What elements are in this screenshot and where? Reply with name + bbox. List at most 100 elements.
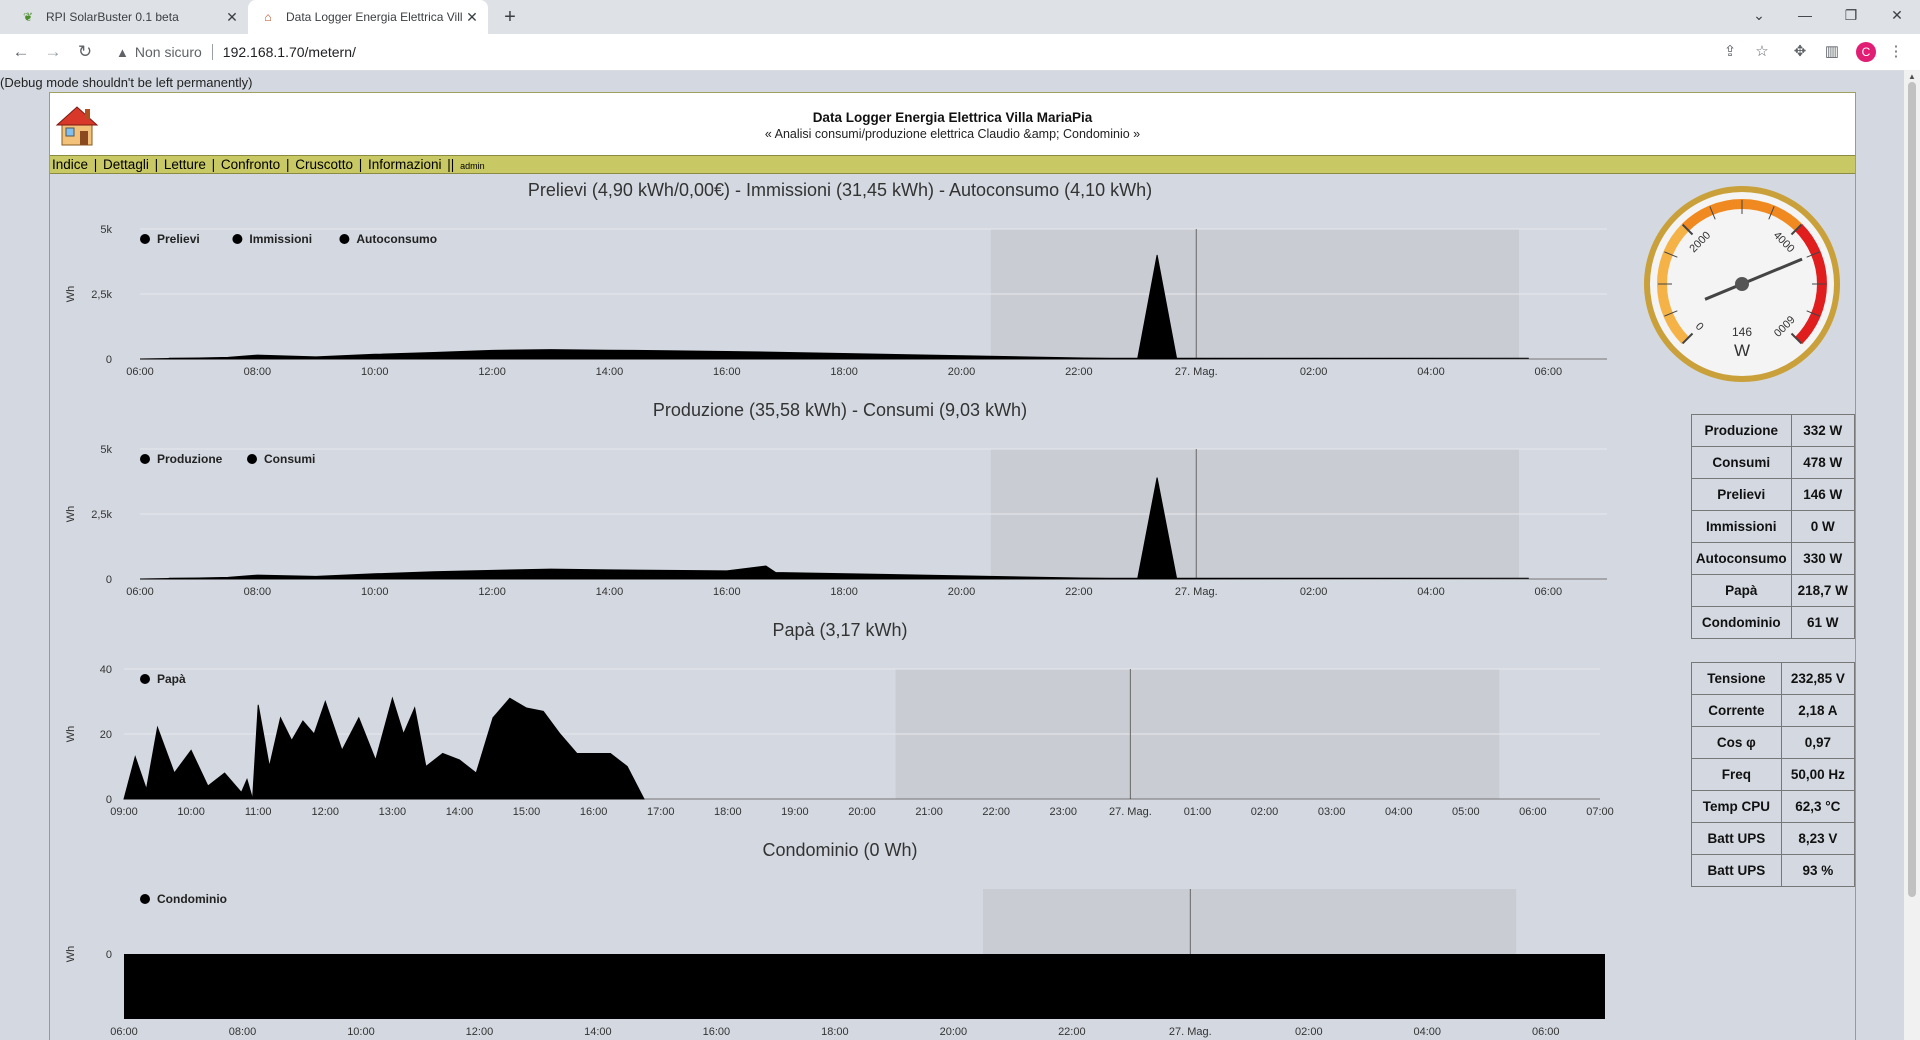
x-tick-label: 23:00 — [1050, 806, 1078, 818]
x-tick-label: 16:00 — [713, 586, 741, 598]
gauge-unit: W — [1734, 341, 1750, 360]
tab-close-icon[interactable]: ✕ — [462, 9, 482, 26]
y-axis-label: Wh — [65, 726, 77, 743]
share-icon[interactable]: ⇪ — [1720, 42, 1740, 62]
legend-marker — [247, 454, 257, 464]
x-tick-label: 04:00 — [1385, 806, 1413, 818]
browser-tab-bar: ❦ RPI SolarBuster 0.1 beta ✕ ⌂ Data Logg… — [0, 0, 1920, 34]
x-tick-label: 10:00 — [361, 366, 389, 378]
system-row: Batt UPS 93 % — [1691, 854, 1856, 887]
reading-label: Papà — [1691, 574, 1792, 607]
reading-row: Condominio 61 W — [1691, 606, 1856, 639]
x-tick-label: 01:00 — [1184, 806, 1212, 818]
scrollbar-thumb[interactable] — [1908, 82, 1916, 897]
profile-avatar[interactable]: C — [1856, 42, 1876, 62]
x-tick-label: 20:00 — [848, 806, 876, 818]
reading-row: Consumi 478 W — [1691, 446, 1856, 479]
reading-label: Consumi — [1691, 446, 1792, 479]
reading-value: 330 W — [1790, 542, 1856, 575]
page-container: Data Logger Energia Elettrica Villa Mari… — [49, 92, 1856, 1040]
x-tick-label: 18:00 — [821, 1026, 849, 1038]
vertical-scrollbar[interactable]: ▲ — [1904, 70, 1920, 1040]
legend-marker — [140, 234, 150, 244]
reading-value: 218,7 W — [1790, 574, 1856, 607]
minimize-button[interactable]: — — [1782, 0, 1828, 34]
reading-value: 61 W — [1790, 606, 1856, 639]
x-tick-label: 04:00 — [1414, 1026, 1442, 1038]
system-value: 8,23 V — [1780, 822, 1856, 855]
system-row: Temp CPU 62,3 °C — [1691, 790, 1856, 823]
x-tick-label: 12:00 — [312, 806, 340, 818]
y-axis-label: Wh — [65, 946, 77, 963]
x-tick-label: 16:00 — [703, 1026, 731, 1038]
debug-message: (Debug mode shouldn't be left permanentl… — [0, 75, 253, 90]
maximize-button[interactable]: ❐ — [1828, 0, 1874, 34]
close-window-button[interactable]: ✕ — [1874, 0, 1920, 34]
y-axis-label: Wh — [65, 506, 77, 523]
x-tick-label: 05:00 — [1452, 806, 1480, 818]
tab-title: RPI SolarBuster 0.1 beta — [46, 10, 179, 24]
back-button[interactable]: ← — [9, 40, 33, 64]
tab-search-icon[interactable]: ⌄ — [1736, 0, 1782, 34]
new-tab-button[interactable]: + — [498, 5, 522, 29]
legend-label: Prelievi — [157, 232, 200, 246]
x-tick-label: 13:00 — [379, 806, 407, 818]
browser-toolbar: ← → ↻ ▲ Non sicuro 192.168.1.70/metern/ … — [0, 34, 1920, 71]
system-value: 50,00 Hz — [1780, 758, 1856, 791]
x-tick-label: 14:00 — [596, 366, 624, 378]
x-tick-label: 27. Mag. — [1169, 1026, 1212, 1038]
x-tick-label: 08:00 — [244, 586, 272, 598]
x-tick-label: 12:00 — [478, 586, 506, 598]
legend-marker — [140, 894, 150, 904]
y-tick-label: 0 — [106, 574, 112, 586]
legend-label: Produzione — [157, 452, 223, 466]
reading-value: 478 W — [1790, 446, 1856, 479]
x-tick-label: 06:00 — [1535, 586, 1563, 598]
reload-button[interactable]: ↻ — [73, 40, 97, 64]
system-label: Cos φ — [1691, 726, 1782, 759]
system-label: Tensione — [1691, 662, 1782, 695]
y-tick-label: 0 — [106, 794, 112, 806]
forward-button[interactable]: → — [41, 40, 65, 64]
x-tick-label: 21:00 — [915, 806, 943, 818]
bookmark-star-icon[interactable]: ☆ — [1752, 42, 1772, 62]
reading-row: Prelievi 146 W — [1691, 478, 1856, 511]
extensions-icon[interactable]: ✥ — [1790, 42, 1810, 62]
x-tick-label: 18:00 — [714, 806, 742, 818]
legend-label: Immissioni — [249, 232, 312, 246]
x-tick-label: 18:00 — [830, 586, 858, 598]
system-table: Tensione 232,85 V Corrente 2,18 A Cos φ 0,97 F… — [1691, 662, 1856, 887]
menu-kebab-icon[interactable]: ⋮ — [1886, 42, 1906, 62]
browser-tab-datalogger[interactable]: ⌂ Data Logger Energia Elettrica Vill ✕ — [248, 0, 488, 34]
reading-label: Prelievi — [1691, 478, 1792, 511]
side-panel-icon[interactable]: ▥ — [1822, 42, 1842, 62]
legend-marker — [140, 674, 150, 684]
x-tick-label: 16:00 — [580, 806, 608, 818]
address-bar[interactable]: ▲ Non sicuro 192.168.1.70/metern/ — [108, 38, 1758, 66]
reading-row: Produzione 332 W — [1691, 414, 1856, 447]
browser-tab-solarbuster[interactable]: ❦ RPI SolarBuster 0.1 beta ✕ — [8, 0, 248, 34]
x-tick-label: 07:00 — [1586, 806, 1614, 818]
x-tick-label: 27. Mag. — [1175, 586, 1218, 598]
system-label: Freq — [1691, 758, 1782, 791]
charts-canvas: 0 2,5k 5k Wh 06:00 08:00 10:00 12:00 14:00 16:00 1… — [65, 224, 1614, 1038]
x-tick-label: 06:00 — [126, 586, 154, 598]
y-tick-label: 40 — [100, 664, 112, 676]
tab-close-icon[interactable]: ✕ — [222, 9, 242, 26]
x-tick-label: 10:00 — [347, 1026, 375, 1038]
x-tick-label: 10:00 — [361, 586, 389, 598]
x-tick-label: 15:00 — [513, 806, 541, 818]
url-text: 192.168.1.70/metern/ — [222, 44, 356, 60]
y-tick-label: 2,5k — [91, 509, 112, 521]
scroll-up-arrow-icon[interactable]: ▲ — [1908, 72, 1916, 81]
reading-row: Immissioni 0 W — [1691, 510, 1856, 543]
x-tick-label: 27. Mag. — [1175, 366, 1218, 378]
reading-label: Immissioni — [1691, 510, 1792, 543]
system-label: Corrente — [1691, 694, 1782, 727]
x-tick-label: 16:00 — [713, 366, 741, 378]
legend-label: Papà — [157, 672, 186, 686]
y-tick-label: 2,5k — [91, 289, 112, 301]
separator — [211, 44, 213, 60]
x-tick-label: 22:00 — [1058, 1026, 1086, 1038]
system-label: Temp CPU — [1691, 790, 1782, 823]
